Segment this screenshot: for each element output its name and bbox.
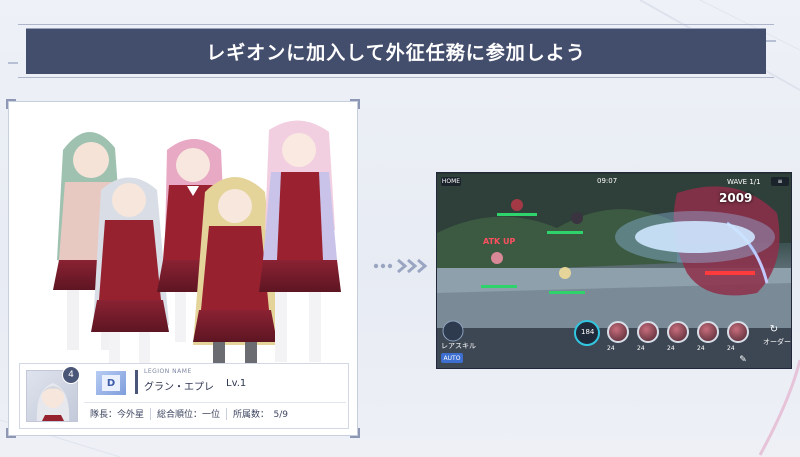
battle-screenshot: HOME 09:07 WAVE 1/1 ≡ 2009 ATK UP レアスキル … <box>436 172 792 369</box>
legion-info-panel: 4 D LEGION NAME グラン・エプレ Lv.1 隊長：今外星 総合順位… <box>19 363 349 429</box>
center-counter: 184 <box>581 328 595 336</box>
legion-name: グラン・エプレ <box>144 382 214 393</box>
skill-button[interactable] <box>727 321 749 343</box>
atk-up-indicator: ATK UP <box>483 237 516 246</box>
progress-arrow-icon <box>373 258 428 274</box>
card-corner <box>350 428 360 438</box>
battle-timer: 09:07 <box>597 177 618 185</box>
name-divider <box>135 370 138 394</box>
banner-title: レギオンに加入して外征任務に参加しよう <box>206 41 586 64</box>
skill-button[interactable] <box>697 321 719 343</box>
auto-button[interactable]: AUTO <box>441 353 463 363</box>
menu-button[interactable]: ≡ <box>771 177 789 186</box>
card-corner <box>6 428 16 438</box>
legion-leader: 隊長：今外星 <box>90 410 145 420</box>
card-corner <box>350 99 360 109</box>
legion-rank-badge: D <box>96 371 126 395</box>
legion-level: Lv.1 <box>226 378 247 389</box>
character-group-illustration <box>53 120 341 365</box>
refresh-icon[interactable]: ↻ <box>767 323 781 335</box>
damage-number: 2009 <box>719 191 753 205</box>
skill-button[interactable] <box>637 321 659 343</box>
avatar-rank-badge: 4 <box>62 366 80 384</box>
order-label: オーダー <box>763 338 791 346</box>
skill-cost: 24 <box>697 345 705 352</box>
legion-card: 4 D LEGION NAME グラン・エプレ Lv.1 隊長：今外星 総合順位… <box>6 99 360 438</box>
skill-cost: 24 <box>667 345 675 352</box>
skill-button[interactable] <box>607 321 629 343</box>
home-button[interactable]: HOME <box>441 177 461 186</box>
pencil-icon[interactable]: ✎ <box>737 355 749 365</box>
skill-button[interactable] <box>667 321 689 343</box>
skill-cost: 24 <box>637 345 645 352</box>
legion-name-label: LEGION NAME <box>144 368 192 375</box>
rare-skill-label: レアスキル <box>441 342 476 350</box>
wave-counter: WAVE 1/1 <box>727 178 761 186</box>
legion-rank-letter: D <box>102 375 120 391</box>
legion-member-count: 所属数： 5/9 <box>233 410 289 420</box>
title-banner: レギオンに加入して外征任務に参加しよう <box>26 28 766 74</box>
skill-cost: 24 <box>727 345 735 352</box>
legion-overall-rank: 総合順位：一位 <box>157 410 221 420</box>
legion-stats-row: 隊長：今外星 総合順位：一位 所属数： 5/9 <box>84 402 346 424</box>
skill-cost: 24 <box>607 345 615 352</box>
card-corner <box>6 99 16 109</box>
